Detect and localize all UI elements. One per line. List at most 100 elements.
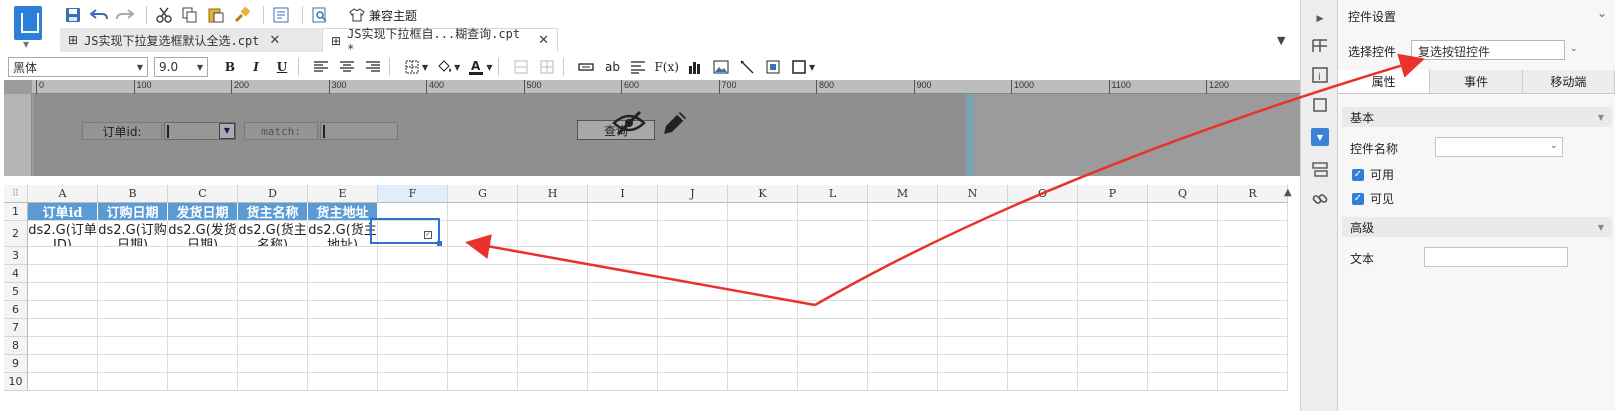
cell-g10[interactable] bbox=[448, 373, 518, 391]
cell-b1[interactable]: 订购日期 bbox=[98, 203, 168, 221]
cell-l10[interactable] bbox=[798, 373, 868, 391]
cell-element-icon[interactable] bbox=[1311, 36, 1329, 54]
font-color-icon[interactable]: A bbox=[466, 57, 486, 77]
column-header-o[interactable]: O bbox=[1008, 185, 1078, 203]
eye-slash-icon[interactable] bbox=[612, 110, 646, 136]
chevron-down-icon[interactable]: ⌄ bbox=[1570, 44, 1578, 54]
cell-a8[interactable] bbox=[28, 337, 98, 355]
cell-g8[interactable] bbox=[448, 337, 518, 355]
frame-icon[interactable] bbox=[789, 57, 809, 77]
cell-i5[interactable] bbox=[588, 283, 658, 301]
cell-l8[interactable] bbox=[798, 337, 868, 355]
cell-f7[interactable] bbox=[378, 319, 448, 337]
cell-r7[interactable] bbox=[1218, 319, 1288, 337]
align-center-icon[interactable] bbox=[337, 57, 357, 77]
cell-f10[interactable] bbox=[378, 373, 448, 391]
tab-js-dropdown-fuzzy-query[interactable]: ⊞ JS实现下拉框自...糊查询.cpt * ✕ bbox=[322, 27, 558, 56]
theme-button[interactable]: 兼容主题 bbox=[349, 7, 417, 24]
orderid-param-label[interactable]: 订单id: bbox=[82, 122, 162, 140]
cell-g2[interactable] bbox=[448, 221, 518, 247]
cell-c7[interactable] bbox=[168, 319, 238, 337]
cell-p8[interactable] bbox=[1078, 337, 1148, 355]
row-header-3[interactable]: 3 bbox=[4, 247, 28, 265]
insert-field-icon[interactable] bbox=[576, 57, 596, 77]
cell-g5[interactable] bbox=[448, 283, 518, 301]
cell-k3[interactable] bbox=[728, 247, 798, 265]
cell-m8[interactable] bbox=[868, 337, 938, 355]
redo-icon[interactable] bbox=[114, 4, 136, 26]
cell-q3[interactable] bbox=[1148, 247, 1218, 265]
condition-attribute-icon[interactable] bbox=[1311, 160, 1329, 178]
cell-g3[interactable] bbox=[448, 247, 518, 265]
cell-j8[interactable] bbox=[658, 337, 728, 355]
cell-j3[interactable] bbox=[658, 247, 728, 265]
cell-p2[interactable] bbox=[1078, 221, 1148, 247]
sub-report-icon[interactable] bbox=[763, 57, 783, 77]
cell-r4[interactable] bbox=[1218, 265, 1288, 283]
cell-n4[interactable] bbox=[938, 265, 1008, 283]
row-header-10[interactable]: 10 bbox=[4, 373, 28, 391]
cell-o1[interactable] bbox=[1008, 203, 1078, 221]
cell-k10[interactable] bbox=[728, 373, 798, 391]
cell-o7[interactable] bbox=[1008, 319, 1078, 337]
cell-p3[interactable] bbox=[1078, 247, 1148, 265]
close-icon[interactable]: ✕ bbox=[538, 33, 549, 48]
cell-k9[interactable] bbox=[728, 355, 798, 373]
cell-j7[interactable] bbox=[658, 319, 728, 337]
insert-text-button[interactable]: ab bbox=[602, 57, 622, 77]
cell-r8[interactable] bbox=[1218, 337, 1288, 355]
tab-mobile[interactable]: 移动端 bbox=[1522, 70, 1615, 93]
cell-p1[interactable] bbox=[1078, 203, 1148, 221]
cell-n1[interactable] bbox=[938, 203, 1008, 221]
checkbox-widget-icon[interactable]: ✓ bbox=[424, 231, 432, 239]
cell-l9[interactable] bbox=[798, 355, 868, 373]
chevron-down-icon[interactable]: ▼ bbox=[219, 123, 235, 139]
merge-cells-icon[interactable] bbox=[511, 57, 531, 77]
cell-g1[interactable] bbox=[448, 203, 518, 221]
image-icon[interactable] bbox=[711, 57, 731, 77]
cell-f3[interactable] bbox=[378, 247, 448, 265]
column-header-g[interactable]: G bbox=[448, 185, 518, 203]
cell-q4[interactable] bbox=[1148, 265, 1218, 283]
cell-h1[interactable] bbox=[518, 203, 588, 221]
cell-d6[interactable] bbox=[238, 301, 308, 319]
column-header-k[interactable]: K bbox=[728, 185, 798, 203]
cell-p7[interactable] bbox=[1078, 319, 1148, 337]
cell-k5[interactable] bbox=[728, 283, 798, 301]
column-header-l[interactable]: L bbox=[798, 185, 868, 203]
cell-a10[interactable] bbox=[28, 373, 98, 391]
tab-attributes[interactable]: 属性 bbox=[1338, 70, 1431, 93]
parameter-width-guide[interactable] bbox=[966, 94, 974, 176]
cell-m4[interactable] bbox=[868, 265, 938, 283]
cell-e5[interactable] bbox=[308, 283, 378, 301]
cell-d1[interactable]: 货主名称 bbox=[238, 203, 308, 221]
cell-n2[interactable] bbox=[938, 221, 1008, 247]
cell-a2[interactable]: ds2.G(订单ID) bbox=[28, 221, 98, 247]
cell-l4[interactable] bbox=[798, 265, 868, 283]
hyperlink-icon[interactable] bbox=[1311, 190, 1329, 208]
cell-k7[interactable] bbox=[728, 319, 798, 337]
cell-m2[interactable] bbox=[868, 221, 938, 247]
widget-settings-icon[interactable]: ▼ bbox=[1311, 128, 1329, 146]
row-header-5[interactable]: 5 bbox=[4, 283, 28, 301]
cell-k6[interactable] bbox=[728, 301, 798, 319]
cell-g6[interactable] bbox=[448, 301, 518, 319]
cell-r6[interactable] bbox=[1218, 301, 1288, 319]
paste-icon[interactable] bbox=[205, 4, 227, 26]
cell-n10[interactable] bbox=[938, 373, 1008, 391]
column-header-n[interactable]: N bbox=[938, 185, 1008, 203]
cell-i8[interactable] bbox=[588, 337, 658, 355]
cell-c1[interactable]: 发货日期 bbox=[168, 203, 238, 221]
cell-o10[interactable] bbox=[1008, 373, 1078, 391]
cell-d2[interactable]: ds2.G(货主名称) bbox=[238, 221, 308, 247]
cell-c6[interactable] bbox=[168, 301, 238, 319]
cell-grid[interactable]: 订单id 订购日期 发货日期 货主名称 货主地址 ds2.G(订单ID) ds2.G(订购日… bbox=[28, 203, 1288, 391]
cell-l1[interactable] bbox=[798, 203, 868, 221]
cell-b2[interactable]: ds2.G(订购日期) bbox=[98, 221, 168, 247]
cell-e6[interactable] bbox=[308, 301, 378, 319]
cut-icon[interactable] bbox=[153, 4, 175, 26]
cell-a4[interactable] bbox=[28, 265, 98, 283]
column-header-i[interactable]: I bbox=[588, 185, 658, 203]
cell-i1[interactable] bbox=[588, 203, 658, 221]
cell-m3[interactable] bbox=[868, 247, 938, 265]
